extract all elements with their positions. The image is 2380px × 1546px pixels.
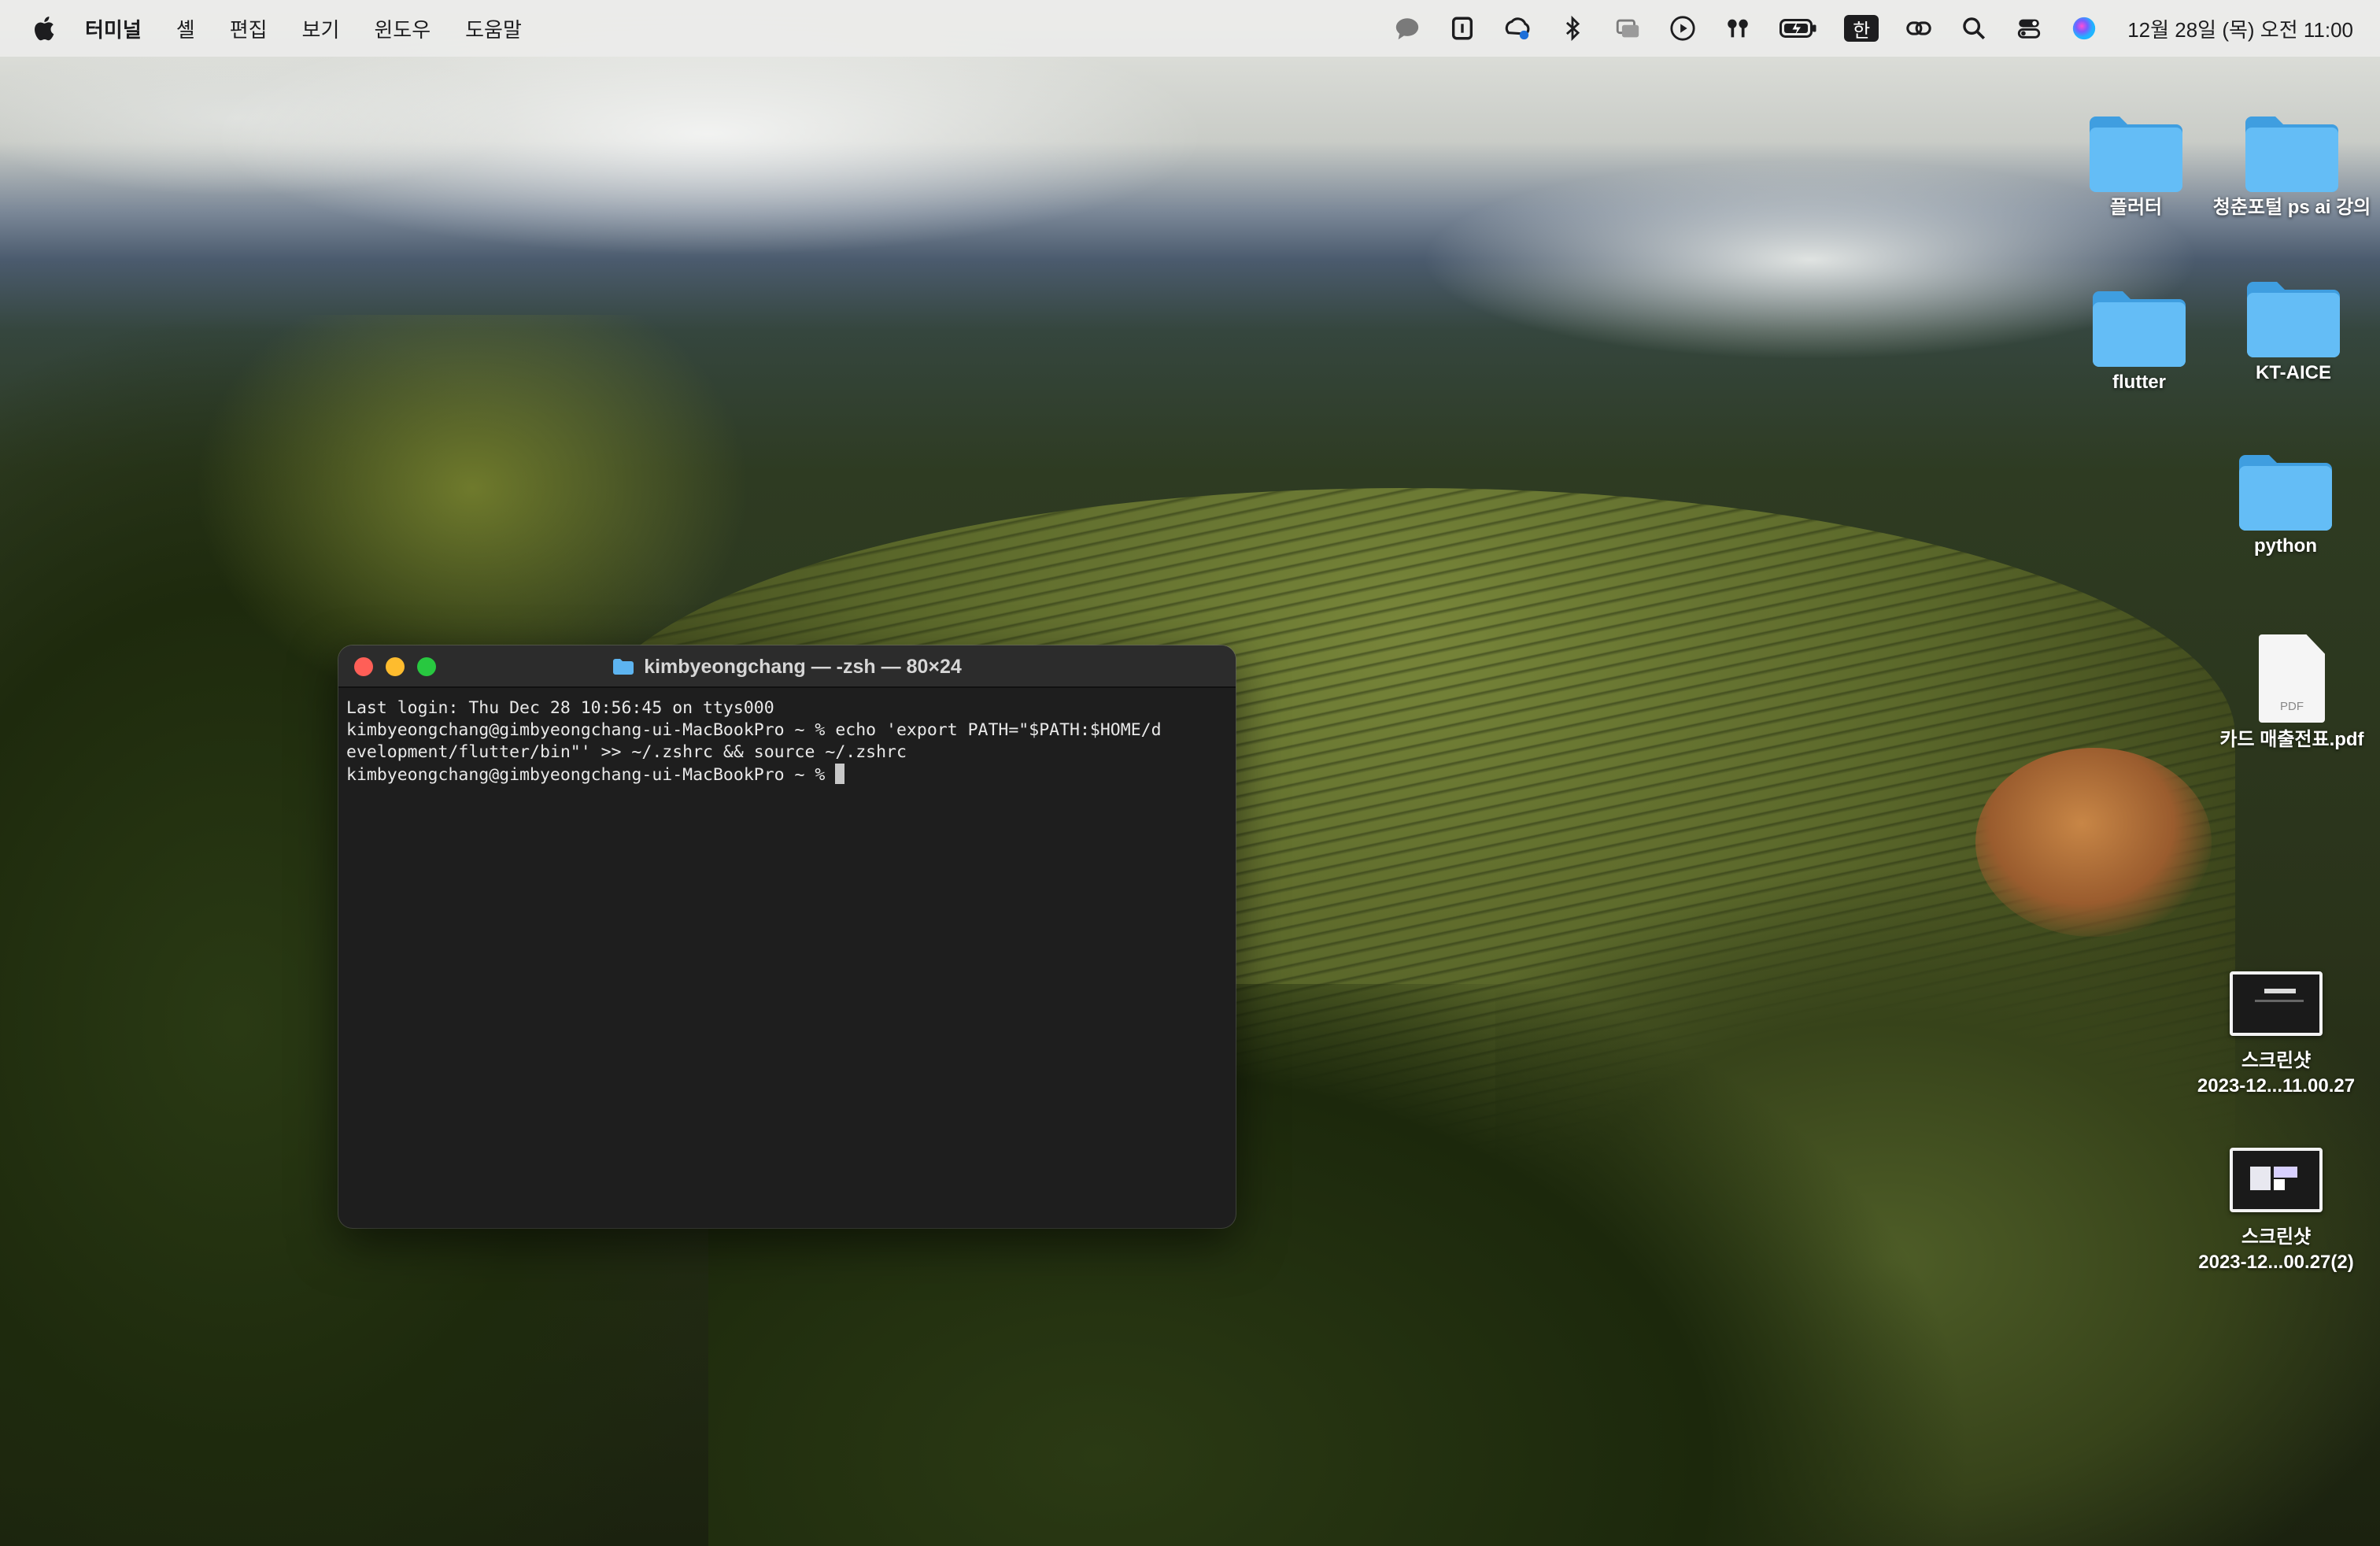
pdf-file-icon: PDF — [2259, 634, 2325, 723]
desktop-icon-label: 청춘포털 ps ai 강의 — [2212, 197, 2371, 218]
folder-icon — [2239, 455, 2332, 531]
menu-help[interactable]: 도움말 — [465, 14, 522, 43]
menu-view[interactable]: 보기 — [302, 14, 340, 43]
menu-bar: 터미널 셸 편집 보기 윈도우 도움말 한 12월 28일 (목) 오전 11:… — [0, 0, 2380, 57]
folder-icon — [613, 659, 634, 675]
creative-cloud-icon[interactable] — [1502, 13, 1532, 43]
folder-icon — [2090, 117, 2182, 192]
terminal-titlebar[interactable]: kimbyeongchang — -zsh — 80×24 — [338, 645, 1236, 688]
battery-icon[interactable] — [1778, 13, 1819, 43]
siri-icon[interactable] — [2069, 13, 2099, 43]
desktop-file-screenshot-2[interactable]: 스크린샷 2023-12...00.27(2) — [2190, 1148, 2363, 1275]
terminal-title: kimbyeongchang — -zsh — 80×24 — [338, 645, 1236, 688]
terminal-title-text: kimbyeongchang — -zsh — 80×24 — [644, 655, 962, 678]
terminal-line: evelopment/flutter/bin"' >> ~/.zshrc && … — [346, 742, 907, 762]
desktop-icon-label: flutter — [2112, 372, 2166, 393]
menu-clock[interactable]: 12월 28일 (목) 오전 11:00 — [2127, 14, 2353, 43]
desktop-icon-label: python — [2254, 535, 2317, 557]
folder-icon — [2245, 117, 2338, 192]
terminal-line: Last login: Thu Dec 28 10:56:45 on ttys0… — [346, 698, 774, 718]
desktop-folder-flutter-ko[interactable]: 플러터 — [2049, 112, 2223, 220]
search-icon[interactable] — [1959, 13, 1989, 43]
menu-window[interactable]: 윈도우 — [374, 14, 431, 43]
terminal-prompt-line[interactable]: kimbyeongchang@gimbyeongchang-ui-MacBook… — [346, 764, 1228, 786]
desktop-icon-label: 플러터 — [2109, 197, 2163, 218]
desktop-folder-ps-ai[interactable]: 청춘포털 ps ai 강의 — [2204, 112, 2380, 220]
notes-icon[interactable] — [1447, 13, 1477, 43]
desktop-file-screenshot-1[interactable]: 스크린샷 2023-12...11.00.27 — [2190, 971, 2363, 1099]
desktop-icon-label: 카드 매출전표.pdf — [2219, 729, 2364, 750]
wallpaper-autumn-tree — [1975, 748, 2212, 937]
menu-edit[interactable]: 편집 — [230, 14, 268, 43]
play-icon[interactable] — [1668, 13, 1698, 43]
apple-menu-icon[interactable] — [30, 13, 57, 44]
terminal-line: kimbyeongchang@gimbyeongchang-ui-MacBook… — [346, 720, 1162, 740]
screenshot-thumbnail-icon — [2230, 1148, 2323, 1212]
desktop-folder-kt-aice[interactable]: KT-AICE — [2207, 277, 2380, 386]
desktop-icon-label: 2023-12...11.00.27 — [2197, 1075, 2356, 1097]
airpods-icon[interactable] — [1723, 13, 1753, 43]
desktop-file-pdf[interactable]: PDF 카드 매출전표.pdf — [2204, 634, 2380, 753]
desktop-icon-label: KT-AICE — [2256, 362, 2331, 383]
bluetooth-icon[interactable] — [1558, 13, 1587, 43]
text-cursor — [835, 764, 845, 784]
screenshot-thumbnail-icon — [2230, 971, 2323, 1036]
desktop-folder-python[interactable]: python — [2199, 450, 2372, 559]
desktop-icon-label: 2023-12...00.27(2) — [2198, 1252, 2354, 1273]
menu-app-name[interactable]: 터미널 — [85, 14, 142, 43]
desktop-folder-flutter[interactable]: flutter — [2053, 287, 2226, 395]
terminal-prompt: kimbyeongchang@gimbyeongchang-ui-MacBook… — [346, 765, 836, 785]
screen-mirror-icon[interactable] — [1613, 13, 1643, 43]
desktop-icon-label: 스크린샷 — [2241, 1050, 2312, 1071]
control-center-icon[interactable] — [2014, 13, 2044, 43]
input-source-badge[interactable]: 한 — [1844, 15, 1879, 42]
folder-icon — [2093, 291, 2186, 367]
desktop-icon-label: 스크린샷 — [2241, 1226, 2312, 1248]
link-icon[interactable] — [1904, 13, 1934, 43]
chat-bubble-icon[interactable] — [1392, 13, 1422, 43]
terminal-window[interactable]: kimbyeongchang — -zsh — 80×24 Last login… — [338, 645, 1236, 1228]
folder-icon — [2247, 282, 2340, 357]
terminal-output[interactable]: Last login: Thu Dec 28 10:56:45 on ttys0… — [338, 688, 1236, 786]
menu-shell[interactable]: 셸 — [176, 14, 195, 43]
